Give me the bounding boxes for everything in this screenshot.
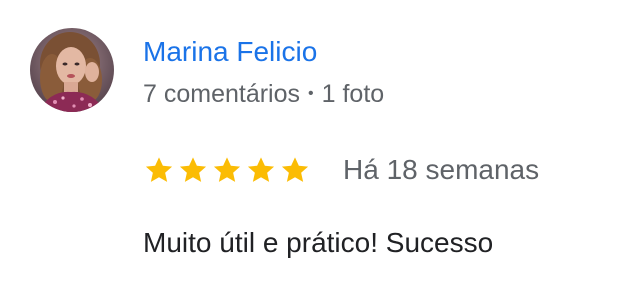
reviews-count: 7 comentários — [143, 80, 301, 108]
star-icon — [279, 154, 311, 186]
rating-row: Há 18 semanas — [143, 152, 539, 188]
author-meta: 7 comentários • 1 foto — [143, 78, 384, 110]
avatar[interactable] — [30, 28, 114, 112]
author-name-link[interactable]: Marina Felicio — [143, 34, 317, 70]
star-icon — [245, 154, 277, 186]
photos-count: 1 foto — [321, 80, 385, 108]
star-icon — [211, 154, 243, 186]
review-date: Há 18 semanas — [343, 154, 540, 185]
star-icon — [177, 154, 209, 186]
review-text: Muito útil e prático! Sucesso — [143, 227, 494, 258]
meta-separator: • — [308, 85, 314, 102]
review-card: Marina Felicio 7 comentários • 1 foto Há… — [0, 0, 617, 303]
star-icon — [143, 154, 175, 186]
star-rating — [143, 154, 311, 186]
avatar-image — [30, 28, 114, 112]
